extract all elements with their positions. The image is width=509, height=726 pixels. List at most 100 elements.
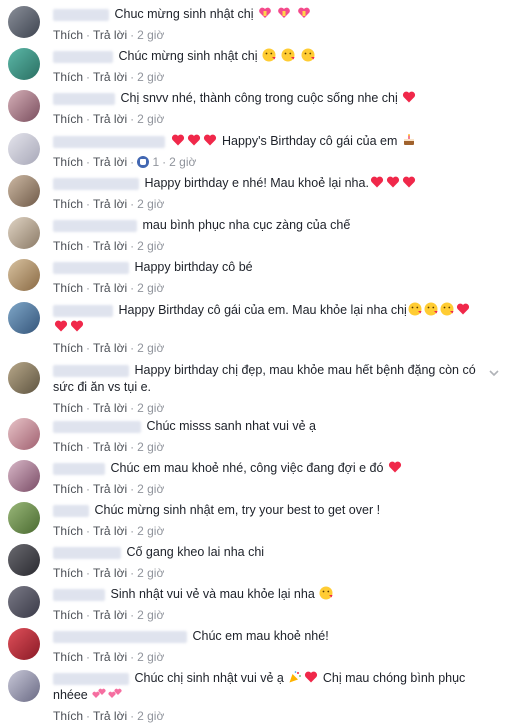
- like-link[interactable]: Thích: [53, 197, 83, 211]
- avatar[interactable]: [8, 628, 40, 660]
- like-link[interactable]: Thích: [53, 112, 83, 126]
- reply-link[interactable]: Trả lời: [93, 608, 127, 622]
- like-link[interactable]: Thích: [53, 566, 83, 580]
- timestamp[interactable]: 2 giờ: [137, 197, 164, 211]
- reply-link[interactable]: Trả lời: [93, 566, 127, 580]
- reply-link[interactable]: Trả lời: [93, 709, 127, 723]
- commenter-name[interactable]: [53, 8, 109, 21]
- timestamp[interactable]: 2 giờ: [137, 440, 164, 454]
- separator: ·: [86, 608, 91, 622]
- like-link[interactable]: Thích: [53, 239, 83, 253]
- commenter-name[interactable]: [53, 672, 129, 685]
- separator: ·: [86, 197, 91, 211]
- like-link[interactable]: Thích: [53, 650, 83, 664]
- like-link[interactable]: Thích: [53, 440, 83, 454]
- commenter-name[interactable]: [53, 92, 115, 105]
- like-link[interactable]: Thích: [53, 28, 83, 42]
- reply-link[interactable]: Trả lời: [93, 524, 127, 538]
- timestamp[interactable]: 2 giờ: [137, 401, 164, 415]
- separator: ·: [130, 239, 135, 253]
- like-link[interactable]: Thích: [53, 608, 83, 622]
- reply-link[interactable]: Trả lời: [93, 341, 127, 355]
- like-link[interactable]: Thích: [53, 155, 83, 169]
- commenter-name[interactable]: [53, 135, 165, 148]
- comment-text: Chúc mừng sinh nhật em, try your best to…: [94, 503, 381, 517]
- avatar[interactable]: [8, 362, 40, 394]
- timestamp[interactable]: 2 giờ: [137, 608, 164, 622]
- avatar[interactable]: [8, 418, 40, 450]
- timestamp[interactable]: 2 giờ: [169, 155, 196, 169]
- commenter-name[interactable]: [53, 177, 139, 190]
- timestamp[interactable]: 2 giờ: [137, 524, 164, 538]
- avatar[interactable]: [8, 217, 40, 249]
- like-link[interactable]: Thích: [53, 341, 83, 355]
- commenter-name[interactable]: [53, 219, 137, 232]
- timestamp[interactable]: 2 giờ: [137, 70, 164, 84]
- timestamp[interactable]: 2 giờ: [137, 482, 164, 496]
- separator: ·: [86, 440, 91, 454]
- separator: ·: [130, 28, 135, 42]
- reply-link[interactable]: Trả lời: [93, 440, 127, 454]
- like-link[interactable]: Thích: [53, 709, 83, 723]
- reply-link[interactable]: Trả lời: [93, 70, 127, 84]
- timestamp[interactable]: 2 giờ: [137, 112, 164, 126]
- commenter-name[interactable]: [53, 462, 105, 475]
- reply-link[interactable]: Trả lời: [93, 112, 127, 126]
- reply-link[interactable]: Trả lời: [93, 239, 127, 253]
- avatar[interactable]: [8, 460, 40, 492]
- like-link[interactable]: Thích: [53, 70, 83, 84]
- commenter-name[interactable]: [53, 630, 187, 643]
- timestamp[interactable]: 2 giờ: [137, 650, 164, 664]
- like-count[interactable]: 1: [152, 155, 159, 169]
- avatar[interactable]: [8, 502, 40, 534]
- comment-actions: Thích · Trả lời · 2 giờ: [53, 481, 481, 497]
- commenter-name[interactable]: [53, 504, 89, 517]
- separator: ·: [86, 70, 91, 84]
- kiss-face-emoji: [262, 48, 276, 62]
- timestamp[interactable]: 2 giờ: [137, 341, 164, 355]
- like-link[interactable]: Thích: [53, 281, 83, 295]
- reply-link[interactable]: Trả lời: [93, 401, 127, 415]
- like-link[interactable]: Thích: [53, 401, 83, 415]
- timestamp[interactable]: 2 giờ: [137, 709, 164, 723]
- timestamp[interactable]: 2 giờ: [137, 239, 164, 253]
- reply-link[interactable]: Trả lời: [93, 650, 127, 664]
- separator: ·: [86, 482, 91, 496]
- reply-link[interactable]: Trả lời: [93, 482, 127, 496]
- like-link[interactable]: Thích: [53, 524, 83, 538]
- comment-text: Happy Birthday cô gái của em. Mau khỏe l…: [118, 303, 407, 317]
- comment-text-continued: Chị mau chóng bình phục: [322, 671, 466, 685]
- avatar[interactable]: [8, 133, 40, 165]
- heart-emoji: [402, 176, 415, 188]
- separator: ·: [130, 70, 135, 84]
- commenter-name[interactable]: [53, 50, 113, 63]
- avatar[interactable]: [8, 586, 40, 618]
- reply-link[interactable]: Trả lời: [93, 281, 127, 295]
- comment-text: Happy birthday e nhé! Mau khoẻ lại nha.: [144, 176, 369, 190]
- timestamp[interactable]: 2 giờ: [137, 566, 164, 580]
- like-count-icon[interactable]: [137, 156, 150, 168]
- reply-link[interactable]: Trả lời: [93, 155, 127, 169]
- commenter-name[interactable]: [53, 546, 121, 559]
- commenter-name[interactable]: [53, 261, 129, 274]
- avatar[interactable]: [8, 90, 40, 122]
- reply-link[interactable]: Trả lời: [93, 197, 127, 211]
- avatar[interactable]: [8, 670, 40, 702]
- avatar[interactable]: [8, 48, 40, 80]
- separator: ·: [86, 524, 91, 538]
- reply-link[interactable]: Trả lời: [93, 28, 127, 42]
- birthday-cake-emoji: [403, 134, 414, 145]
- avatar[interactable]: [8, 544, 40, 576]
- timestamp[interactable]: 2 giờ: [137, 28, 164, 42]
- commenter-name[interactable]: [53, 364, 129, 377]
- like-link[interactable]: Thích: [53, 482, 83, 496]
- avatar[interactable]: [8, 259, 40, 291]
- timestamp[interactable]: 2 giờ: [137, 281, 164, 295]
- commenter-name[interactable]: [53, 304, 113, 317]
- avatar[interactable]: [8, 175, 40, 207]
- avatar[interactable]: [8, 6, 40, 38]
- commenter-name[interactable]: [53, 420, 141, 433]
- commenter-name[interactable]: [53, 588, 105, 601]
- avatar[interactable]: [8, 302, 40, 334]
- chevron-down-icon[interactable]: [487, 366, 501, 380]
